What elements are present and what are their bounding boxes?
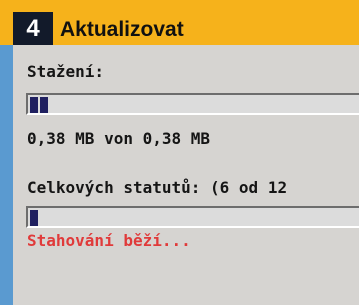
total-status-label: Celkových statutů: (6 od 12 xyxy=(27,178,288,197)
step-title: Aktualizovat xyxy=(60,18,184,41)
download-progress-bar xyxy=(26,93,359,115)
step-number-badge: 4 xyxy=(13,12,53,45)
download-progress-blocks xyxy=(30,97,48,113)
download-label: Stažení: xyxy=(27,62,105,81)
screenshot-frame: 4 Aktualizovat Stažení: 0,38 MB von 0,38… xyxy=(0,0,359,305)
download-progress-block xyxy=(30,97,38,113)
step-header: 4 Aktualizovat xyxy=(0,0,359,45)
download-progress-block xyxy=(40,97,48,113)
total-progress-bar xyxy=(26,206,359,228)
download-size-text: 0,38 MB von 0,38 MB xyxy=(27,129,211,148)
update-dialog: Stažení: 0,38 MB von 0,38 MB Celkových s… xyxy=(13,45,359,305)
total-progress-blocks xyxy=(30,210,38,226)
total-progress-block xyxy=(30,210,38,226)
download-status-text: Stahování běží... xyxy=(27,231,191,250)
